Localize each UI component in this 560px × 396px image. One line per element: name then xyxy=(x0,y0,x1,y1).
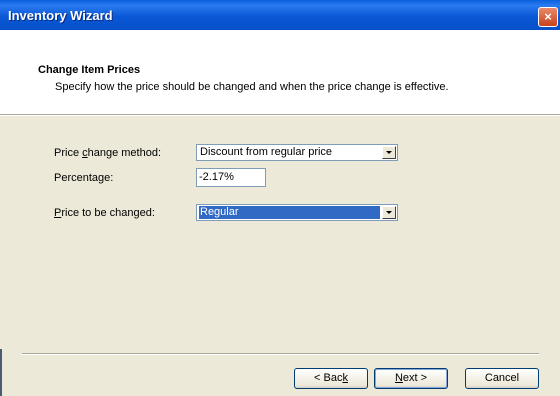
select-value: Regular xyxy=(199,206,380,219)
label-text: hange method: xyxy=(87,147,162,159)
select-value: Discount from regular price xyxy=(200,146,333,158)
wizard-header: Change Item Prices Specify how the price… xyxy=(0,30,560,114)
access-key: k xyxy=(342,372,348,384)
close-icon: × xyxy=(544,9,552,24)
page-title: Change Item Prices xyxy=(38,64,141,76)
close-button[interactable]: × xyxy=(538,7,558,27)
back-button[interactable]: < Back xyxy=(294,368,368,389)
percentage-label: Percentage: xyxy=(54,172,114,184)
page-subtitle: Specify how the price should be changed … xyxy=(55,81,449,93)
footer-divider xyxy=(22,353,539,355)
chevron-down-icon[interactable] xyxy=(382,206,396,219)
cancel-button[interactable]: Cancel xyxy=(465,368,539,389)
percentage-input[interactable]: -2.17% xyxy=(196,168,266,187)
title-bar[interactable]: Inventory Wizard × xyxy=(0,0,560,30)
button-label: < Bac xyxy=(314,372,343,384)
price-change-method-label: Price change method: xyxy=(54,147,161,159)
label-text: Price xyxy=(54,147,83,159)
input-value: -2.17% xyxy=(199,171,234,183)
access-key: N xyxy=(394,372,403,384)
button-label: ext > xyxy=(402,372,428,384)
window-edge xyxy=(0,349,2,396)
header-divider xyxy=(0,114,560,116)
label-text: rice to be changed: xyxy=(61,207,155,219)
window-title: Inventory Wizard xyxy=(8,8,113,23)
next-button[interactable]: Next > xyxy=(374,368,448,389)
price-change-method-select[interactable]: Discount from regular price xyxy=(196,144,398,161)
chevron-down-icon[interactable] xyxy=(382,146,396,159)
price-to-be-changed-label: Price to be changed: xyxy=(54,207,155,219)
price-to-be-changed-select[interactable]: Regular xyxy=(196,204,398,221)
